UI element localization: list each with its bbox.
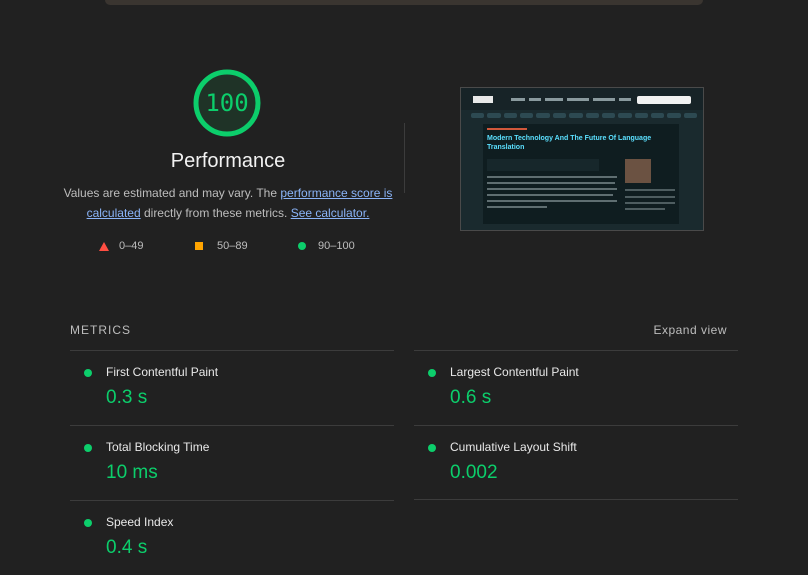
- circle-icon: [298, 242, 306, 250]
- thumb-bio-line: [625, 189, 675, 191]
- metric-value: 0.4 s: [106, 537, 148, 558]
- metric-name: Largest Contentful Paint: [450, 365, 579, 379]
- thumb-nav-item: [511, 98, 525, 101]
- pass-circle-icon: [84, 369, 92, 377]
- thumb-text-line: [487, 206, 547, 208]
- legend-label: 0–49: [119, 240, 144, 252]
- metric-first-contentful-paint: First Contentful Paint 0.3 s: [70, 350, 394, 425]
- thumb-bio-line: [625, 202, 675, 204]
- vertical-divider: [404, 123, 405, 193]
- performance-gauge: 100: [192, 68, 262, 138]
- legend-label: 90–100: [318, 240, 355, 252]
- thumb-text-line: [487, 182, 615, 184]
- square-icon: [195, 242, 203, 250]
- thumb-nav-item: [619, 98, 631, 101]
- thumb-text-line: [487, 194, 613, 196]
- metrics-divider: [414, 499, 738, 500]
- legend-label: 50–89: [217, 240, 248, 252]
- top-panel-edge: [105, 0, 703, 5]
- legend-item-fail: 0–49: [99, 240, 143, 252]
- pass-circle-icon: [84, 444, 92, 452]
- metric-name: Cumulative Layout Shift: [450, 440, 577, 454]
- pass-circle-icon: [428, 369, 436, 377]
- thumb-text-line: [487, 176, 617, 178]
- thumb-text-line: [487, 200, 617, 202]
- metric-speed-index: Speed Index 0.4 s: [70, 500, 394, 575]
- metric-name: Total Blocking Time: [106, 440, 210, 454]
- desc-middle: directly from these metrics.: [140, 206, 291, 220]
- metric-largest-contentful-paint: Largest Contentful Paint 0.6 s: [414, 350, 738, 425]
- metric-value: 0.3 s: [106, 387, 148, 408]
- thumb-text-line: [487, 188, 617, 190]
- thumb-search-box: [637, 96, 691, 104]
- thumb-author-photo: [625, 159, 651, 183]
- legend-item-pass: 90–100: [298, 240, 355, 252]
- performance-title: Performance: [170, 150, 286, 172]
- thumb-nav-item: [593, 98, 615, 101]
- metric-value: 0.002: [450, 462, 498, 483]
- thumb-nav-item: [567, 98, 589, 101]
- thumb-tag-row: [471, 113, 698, 118]
- metric-name: Speed Index: [106, 515, 174, 529]
- performance-description: Values are estimated and may vary. The p…: [60, 183, 396, 223]
- thumb-nav-item: [529, 98, 541, 101]
- triangle-icon: [99, 241, 109, 251]
- pass-circle-icon: [84, 519, 92, 527]
- metric-total-blocking-time: Total Blocking Time 10 ms: [70, 425, 394, 500]
- legend-item-average: 50–89: [195, 240, 248, 252]
- pass-circle-icon: [428, 444, 436, 452]
- metric-value: 10 ms: [106, 462, 158, 483]
- thumb-bio-line: [625, 208, 665, 210]
- metrics-heading: METRICS: [70, 323, 131, 337]
- see-calculator-link[interactable]: See calculator.: [291, 206, 370, 220]
- final-screenshot[interactable]: Modern Technology And The Future Of Lang…: [460, 87, 704, 231]
- metric-value: 0.6 s: [450, 387, 492, 408]
- thumb-nav-item: [545, 98, 563, 101]
- performance-score: 100: [205, 89, 249, 117]
- thumb-headline: Modern Technology And The Future Of Lang…: [487, 135, 652, 151]
- thumb-meta-box: [487, 159, 599, 171]
- thumb-kicker: [487, 128, 527, 130]
- site-logo-icon: [473, 96, 493, 103]
- desc-prefix: Values are estimated and may vary. The: [63, 186, 281, 200]
- metric-name: First Contentful Paint: [106, 365, 219, 379]
- thumb-bio-line: [625, 196, 675, 198]
- expand-view-button[interactable]: Expand view: [653, 323, 727, 337]
- metric-cumulative-layout-shift: Cumulative Layout Shift 0.002: [414, 425, 738, 500]
